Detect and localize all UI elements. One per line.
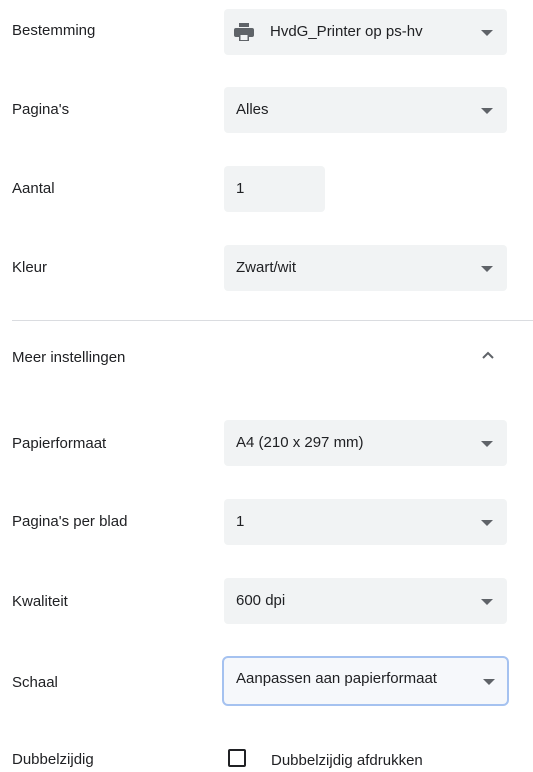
- destination-label: Bestemming: [12, 22, 96, 39]
- chevron-down-icon: [481, 520, 493, 526]
- more-settings-toggle[interactable]: Meer instellingen: [0, 330, 533, 386]
- pages-value: Alles: [236, 101, 269, 118]
- printer-icon: [234, 23, 254, 41]
- copies-value: 1: [236, 180, 245, 197]
- quality-value: 600 dpi: [236, 592, 286, 609]
- chevron-up-icon[interactable]: [481, 350, 495, 360]
- pages-per-sheet-label: Pagina's per blad: [12, 513, 128, 530]
- copies-input[interactable]: 1: [224, 166, 325, 212]
- color-value: Zwart/wit: [236, 259, 296, 276]
- color-label: Kleur: [12, 259, 48, 276]
- chevron-down-icon: [483, 679, 495, 685]
- chevron-down-icon: [481, 266, 493, 272]
- chevron-down-icon: [481, 599, 493, 605]
- quality-select[interactable]: 600 dpi: [224, 578, 507, 624]
- pages-per-sheet-value: 1: [236, 513, 245, 530]
- quality-label: Kwaliteit: [12, 593, 68, 610]
- color-select[interactable]: Zwart/wit: [224, 245, 507, 291]
- destination-select[interactable]: HvdG_Printer op ps-hv: [224, 9, 507, 55]
- copies-label: Aantal: [12, 180, 55, 197]
- more-settings-label: Meer instellingen: [12, 349, 126, 366]
- chevron-down-icon: [481, 441, 493, 447]
- pages-label: Pagina's: [12, 101, 70, 118]
- scale-label: Schaal: [12, 674, 58, 691]
- chevron-down-icon: [481, 30, 493, 36]
- duplex-checkbox-label[interactable]: Dubbelzijdig afdrukken: [271, 752, 423, 769]
- duplex-label: Dubbelzijdig: [12, 751, 94, 768]
- duplex-checkbox[interactable]: [228, 749, 246, 767]
- paper-size-value: A4 (210 x 297 mm): [236, 434, 364, 451]
- pages-select[interactable]: Alles: [224, 87, 507, 133]
- divider: [12, 320, 533, 321]
- paper-size-label: Papierformaat: [12, 435, 107, 452]
- paper-size-select[interactable]: A4 (210 x 297 mm): [224, 420, 507, 466]
- scale-value: Aanpassen aan papierformaat: [236, 670, 437, 687]
- scale-select[interactable]: Aanpassen aan papierformaat: [222, 656, 509, 706]
- pages-per-sheet-select[interactable]: 1: [224, 499, 507, 545]
- destination-value: HvdG_Printer op ps-hv: [270, 23, 423, 40]
- chevron-down-icon: [481, 108, 493, 114]
